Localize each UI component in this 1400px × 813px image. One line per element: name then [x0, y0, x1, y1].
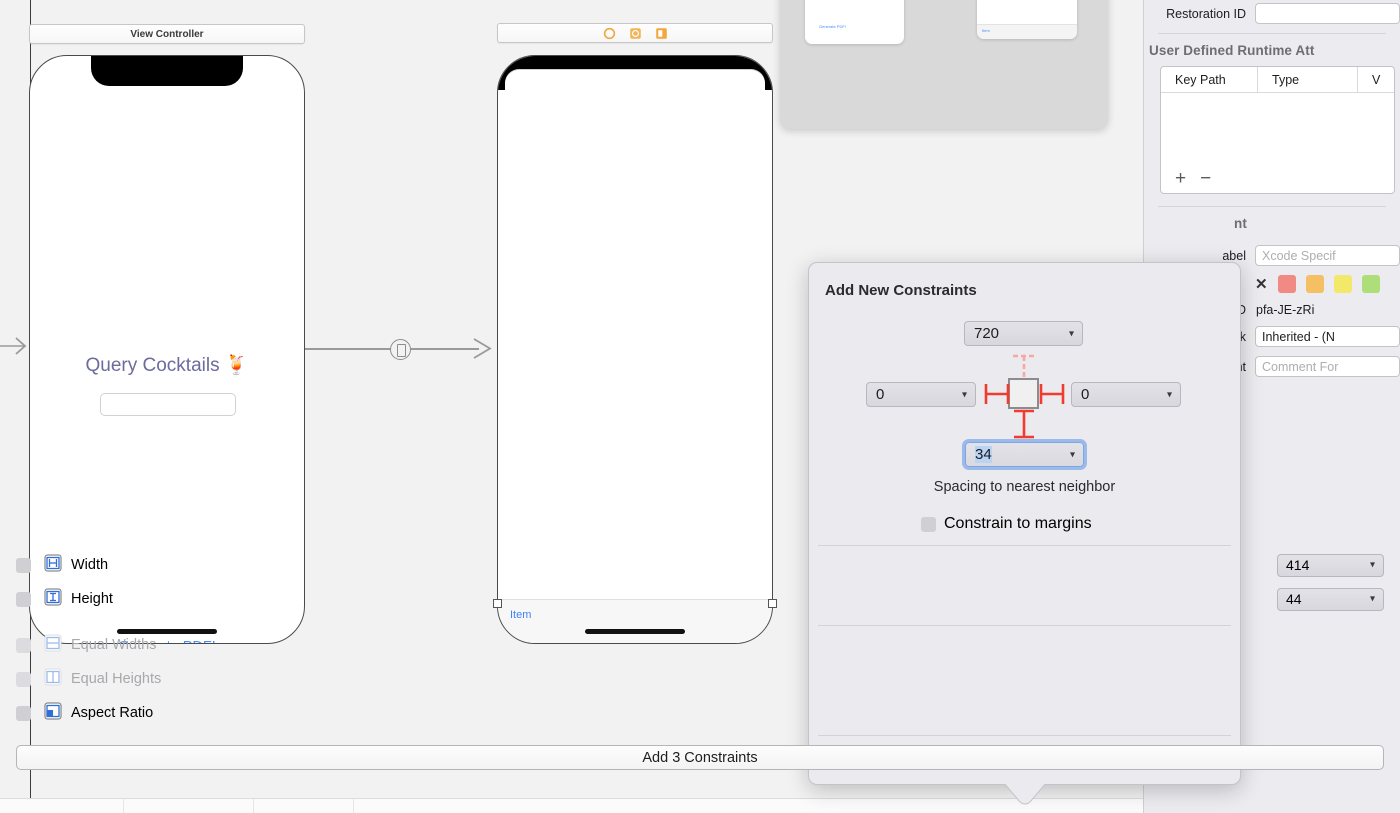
spacing-caption: Spacing to nearest neighbor [933, 479, 1116, 495]
equal-widths-icon [44, 634, 62, 657]
leading-constraint-ibeam-icon[interactable] [984, 381, 1010, 407]
width-value-stepper[interactable]: 414 ▾ [1277, 553, 1384, 577]
top-spacing-value: 720 [974, 325, 1000, 342]
equal-widths-label: Equal Widths [71, 637, 157, 653]
color-swatch-green[interactable] [1361, 275, 1380, 293]
trailing-spacing-value: 0 [1081, 386, 1090, 403]
restoration-id-row[interactable]: Restoration ID [1144, 3, 1400, 24]
column-type[interactable]: Type [1257, 67, 1357, 92]
column-key-path[interactable]: Key Path [1161, 67, 1257, 92]
add-constraints-button[interactable]: Add 3 Constraints [16, 745, 1384, 770]
width-value: 414 [1286, 557, 1310, 573]
equal-heights-icon [44, 668, 62, 691]
color-swatch-orange[interactable] [1305, 275, 1324, 293]
aspect-ratio-label: Aspect Ratio [71, 705, 154, 721]
add-attribute-button[interactable]: + [1175, 168, 1186, 190]
width-icon [44, 554, 62, 577]
inspector-divider-2 [1158, 206, 1386, 207]
document-section-heading: nt [1234, 216, 1247, 231]
color-swatch-red[interactable] [1277, 275, 1296, 293]
top-constraint-ibeam-icon[interactable] [1012, 354, 1036, 380]
view-controller-icon[interactable] [603, 27, 616, 40]
top-spacing-stepper[interactable]: 720 ▾ [964, 321, 1083, 346]
chevron-down-icon: ▾ [1166, 389, 1172, 400]
constrain-to-margins-label: Constrain to margins [944, 515, 1092, 532]
minimap-card-scene1[interactable]: Generate PDF! [805, 0, 904, 44]
height-checkbox[interactable] [16, 591, 31, 607]
equal-heights-row[interactable]: Equal Heights [16, 666, 1384, 692]
search-textfield[interactable] [100, 393, 236, 416]
segue-line-right [411, 348, 479, 350]
popover-tail [1004, 783, 1046, 805]
height-value-stepper[interactable]: 44 ▾ [1277, 587, 1384, 611]
leading-spacing-stepper[interactable]: 0 ▾ [866, 382, 976, 407]
canvas-bottom-bar[interactable] [0, 798, 1143, 813]
xcode-storyboard-window: View Controller Query Cocktails 🍹 Genera… [0, 0, 1400, 813]
segue-line-left [305, 348, 391, 350]
canvas-minimap[interactable]: Generate PDF! Item [780, 0, 1108, 129]
remove-attribute-button[interactable]: − [1200, 168, 1211, 190]
restoration-id-label: Restoration ID [1166, 6, 1246, 21]
exit-icon[interactable] [655, 27, 668, 40]
aspect-ratio-row[interactable]: Aspect Ratio [16, 700, 1384, 726]
width-checkbox[interactable] [16, 557, 31, 573]
lock-select[interactable]: Inherited - (N [1255, 326, 1400, 347]
constraint-widget-box [1008, 378, 1039, 409]
leading-spacing-value: 0 [876, 386, 885, 403]
trailing-spacing-stepper[interactable]: 0 ▾ [1071, 382, 1181, 407]
popover-divider-1 [818, 545, 1231, 546]
aspect-ratio-icon [44, 702, 62, 725]
table-footer: + − [1161, 165, 1211, 193]
aspect-ratio-checkbox[interactable] [16, 705, 31, 721]
width-label: Width [71, 557, 109, 573]
runtime-attributes-heading: User Defined Runtime Att [1149, 43, 1315, 58]
width-constraint-row[interactable]: Width 414 ▾ [16, 552, 1384, 578]
bottom-constraint-ibeam-icon[interactable] [1011, 409, 1037, 439]
clear-color-button[interactable]: ✕ [1255, 277, 1268, 292]
height-constraint-row[interactable]: Height 44 ▾ [16, 586, 1384, 612]
height-label: Height [71, 591, 113, 607]
equal-widths-checkbox[interactable] [16, 637, 31, 653]
restoration-id-input[interactable] [1255, 3, 1400, 24]
minimap-card1-text: Generate PDF! [819, 24, 846, 29]
inspector-divider-1 [1158, 33, 1386, 34]
minimap-card-scene2[interactable]: Item [977, 0, 1077, 39]
popover-divider-3 [818, 735, 1231, 736]
chevron-down-icon: ▾ [1068, 328, 1074, 339]
chevron-down-icon: ▾ [1369, 559, 1375, 571]
query-cocktails-label[interactable]: Query Cocktails 🍹 [30, 353, 304, 377]
label-field-label: abel [1222, 248, 1246, 263]
runtime-attributes-table[interactable]: Key Path Type V + − [1160, 66, 1395, 194]
object-id-value: pfa-JE-zRi [1256, 303, 1315, 317]
constrain-to-margins-checkbox[interactable] [921, 516, 936, 532]
equal-widths-row[interactable]: Equal Widths [16, 632, 1384, 658]
chevron-down-icon: ▾ [1369, 593, 1375, 605]
popover-divider-2 [818, 625, 1231, 626]
minimap-card2-toolbar: Item [977, 24, 1077, 39]
scene1-title: View Controller [130, 28, 204, 40]
table-header-row: Key Path Type V [1161, 67, 1394, 93]
hint-input[interactable]: Comment For [1255, 356, 1400, 377]
segue-arrowhead-icon [473, 338, 492, 359]
device-notch [91, 56, 243, 86]
first-responder-icon[interactable] [629, 27, 642, 40]
chevron-down-icon: ▾ [961, 389, 967, 400]
scene1-titlebar[interactable]: View Controller [29, 24, 305, 44]
label-input[interactable]: Xcode Specif [1255, 245, 1400, 266]
trailing-constraint-ibeam-icon[interactable] [1039, 381, 1065, 407]
popover-title: Add New Constraints [825, 282, 977, 299]
bottom-spacing-stepper[interactable]: 34 ▾ [965, 442, 1084, 467]
scene2-dock[interactable] [497, 23, 773, 43]
column-value[interactable]: V [1357, 67, 1394, 92]
chevron-down-icon: ▾ [1069, 449, 1075, 460]
height-value: 44 [1286, 591, 1302, 607]
segue-badge-icon[interactable] [390, 339, 411, 360]
constrain-to-margins-row[interactable]: Constrain to margins [921, 515, 1092, 533]
height-icon [44, 588, 62, 611]
color-swatch-yellow[interactable] [1333, 275, 1352, 293]
equal-heights-checkbox[interactable] [16, 671, 31, 687]
bottom-spacing-value: 34 [975, 446, 992, 463]
minimap-card2-text: Item [982, 28, 990, 33]
equal-heights-label: Equal Heights [71, 671, 162, 687]
